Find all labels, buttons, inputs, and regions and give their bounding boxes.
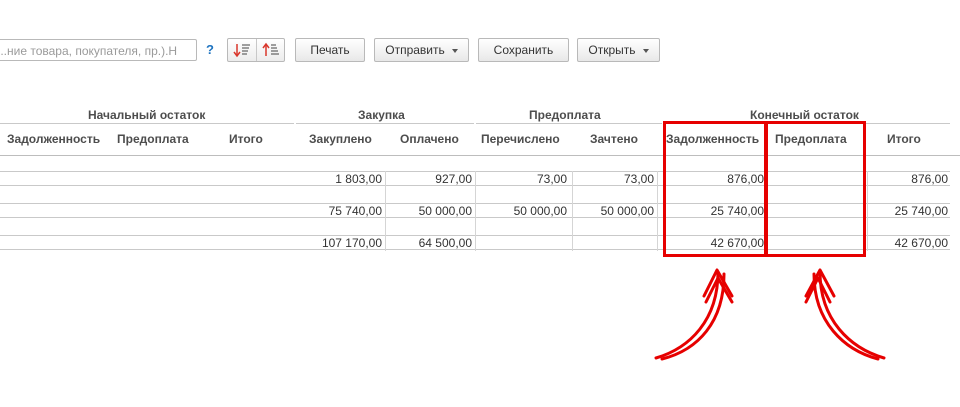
annotation-arrows	[654, 268, 886, 361]
group-underline-purchase	[296, 123, 474, 124]
sort-ascending-icon	[262, 42, 279, 56]
column-header-transferred[interactable]: Перечислено	[481, 132, 560, 146]
column-separator	[475, 171, 476, 251]
open-button-label: Открыть	[588, 43, 636, 57]
column-separator	[657, 171, 658, 251]
column-header-total[interactable]: Итого	[229, 132, 263, 146]
search-input-text: ние товара, покупателя, пр.).Н...	[0, 44, 178, 58]
cell-purchased: 75 740,00	[328, 204, 382, 218]
cell-purchased: 1 803,00	[335, 172, 382, 186]
cell-paid: 50 000,00	[418, 204, 472, 218]
column-header-offset[interactable]: Зачтено	[590, 132, 638, 146]
sort-descending-icon	[233, 44, 250, 58]
cell-paid: 927,00	[435, 172, 472, 186]
save-button-label: Сохранить	[493, 43, 554, 57]
cell-offset: 73,00	[623, 172, 654, 186]
print-button-label: Печать	[310, 43, 350, 57]
column-header-prepay[interactable]: Предоплата	[117, 132, 189, 146]
help-icon[interactable]: ?	[206, 42, 214, 57]
group-header-final: Конечный остаток	[750, 108, 859, 122]
chevron-down-icon	[642, 48, 649, 53]
sort-descending-button[interactable]	[228, 39, 256, 61]
group-underline-initial	[0, 123, 294, 124]
chevron-down-icon	[451, 48, 458, 53]
group-header-initial: Начальный остаток	[88, 108, 206, 122]
save-button[interactable]: Сохранить	[478, 38, 569, 62]
sort-ascending-button[interactable]	[257, 39, 285, 61]
cell-purchased: 107 170,00	[321, 236, 382, 250]
cell-final-total: 25 740,00	[894, 204, 948, 218]
column-header-purchased[interactable]: Закуплено	[309, 132, 372, 146]
arrow-left-icon	[654, 268, 734, 361]
column-separator	[572, 171, 573, 251]
column-separator	[385, 171, 386, 251]
cell-final-total: 876,00	[911, 172, 948, 186]
column-header-paid[interactable]: Оплачено	[400, 132, 459, 146]
cell-final-total: 42 670,00	[894, 236, 948, 250]
column-header-final-total[interactable]: Итого	[887, 132, 921, 146]
send-dropdown-button[interactable]: Отправить	[374, 38, 469, 62]
cell-offset: 50 000,00	[600, 204, 654, 218]
open-dropdown-button[interactable]: Открыть	[577, 38, 660, 62]
cell-transferred: 50 000,00	[513, 204, 567, 218]
print-button[interactable]: Печать	[295, 38, 365, 62]
column-header-debt[interactable]: Задолженность	[7, 132, 100, 146]
arrow-right-icon	[804, 268, 886, 361]
highlight-box-prepay	[765, 121, 866, 257]
column-separator	[867, 171, 868, 251]
search-input[interactable]: ние товара, покупателя, пр.).Н...	[0, 39, 197, 61]
sort-button-group	[227, 38, 285, 62]
highlight-box-debt	[663, 121, 767, 257]
send-button-label: Отправить	[385, 43, 445, 57]
group-underline-prepayment	[476, 123, 662, 124]
group-header-purchase: Закупка	[358, 108, 405, 122]
cell-paid: 64 500,00	[418, 236, 472, 250]
cell-transferred: 73,00	[536, 172, 567, 186]
group-header-prepayment: Предоплата	[529, 108, 601, 122]
